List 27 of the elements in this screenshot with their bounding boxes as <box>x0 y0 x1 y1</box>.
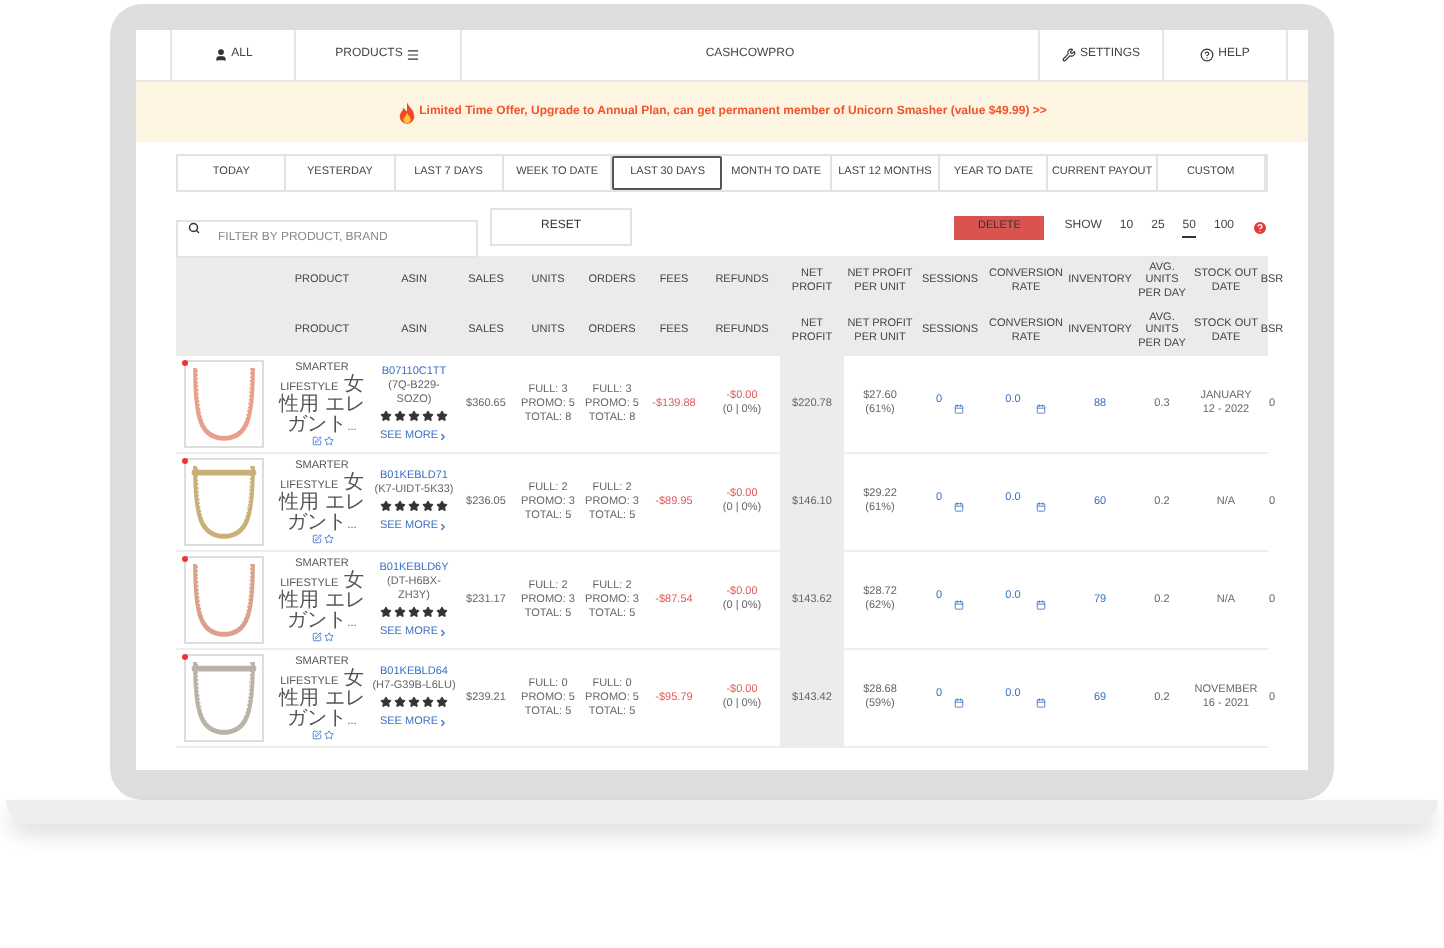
star-icon[interactable] <box>323 631 333 642</box>
calendar-icon[interactable] <box>954 501 965 511</box>
flame-icon <box>397 101 416 123</box>
calendar-icon[interactable] <box>954 403 965 413</box>
calendar-icon[interactable] <box>1036 599 1047 609</box>
calendar-icon[interactable] <box>1036 697 1047 707</box>
user-icon <box>213 48 228 62</box>
star-icon[interactable] <box>323 533 333 544</box>
chevron-icon <box>438 718 449 728</box>
edit-icon[interactable] <box>311 435 321 446</box>
wrench-icon <box>1061 48 1076 62</box>
calendar-icon[interactable] <box>954 599 965 609</box>
calendar-icon[interactable] <box>1036 403 1047 413</box>
star-icon[interactable] <box>323 435 333 446</box>
help-icon <box>1200 48 1215 62</box>
calendar-icon[interactable] <box>1036 501 1047 511</box>
chevron-icon <box>438 431 449 441</box>
search-icon <box>188 221 200 233</box>
edit-icon[interactable] <box>311 631 321 642</box>
menu-icon <box>406 48 421 62</box>
star-icon[interactable] <box>323 729 333 740</box>
chevron-icon <box>438 627 449 637</box>
chevron-icon <box>438 522 449 532</box>
edit-icon[interactable] <box>311 729 321 740</box>
calendar-icon[interactable] <box>954 697 965 707</box>
edit-icon[interactable] <box>311 533 321 544</box>
help-icon[interactable] <box>1252 219 1268 235</box>
